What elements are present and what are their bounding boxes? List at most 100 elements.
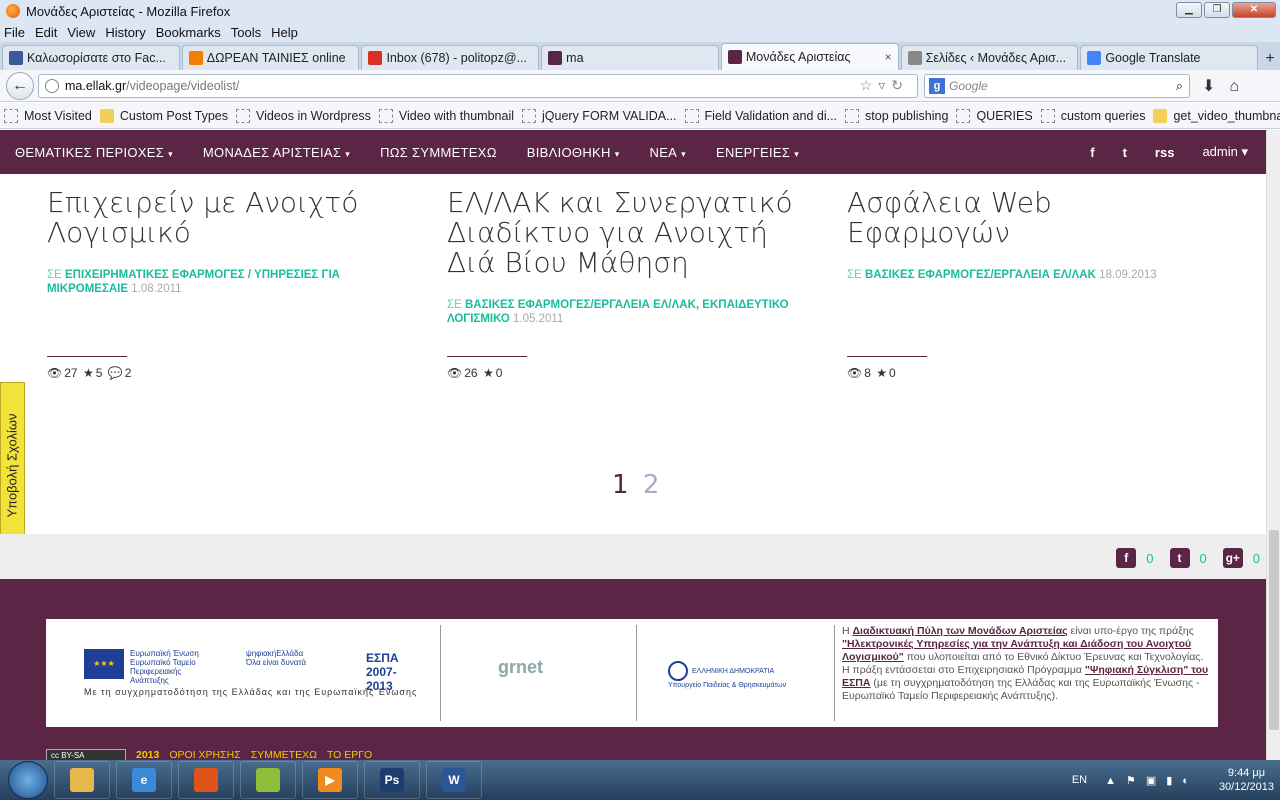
page-scrollbar[interactable] [1266,130,1280,760]
site-nav-item[interactable]: ΘΕΜΑΤΙΚΕΣ ΠΕΡΙΟΧΕΣ ▾ [15,145,173,160]
bookmark-label: Custom Post Types [119,108,229,123]
site-footer: ★★★ Ευρωπαϊκή Ένωση Ευρωπαϊκό Ταμείο Περ… [0,579,1280,761]
bookmark-item[interactable]: stop publishing [845,108,948,123]
eye-icon: 👁 [447,366,463,380]
maximize-button[interactable]: ❐ [1204,2,1230,18]
url-bar[interactable]: ma.ellak.gr /videopage/videolist/ ☆▿↻ [38,73,918,98]
star-icon: ★ [482,366,494,380]
tab-close-icon[interactable]: × [885,50,892,64]
stars-count: 5 [95,366,103,380]
divider [47,356,127,357]
grnet-logo[interactable]: grnet [498,657,543,678]
word-icon: W [442,768,466,792]
submit-comments-tab[interactable]: Υποβολή Σχολίων [0,382,25,548]
bookmark-item[interactable]: Most Visited [4,108,92,123]
portal-link[interactable]: Διαδικτυακή Πύλη των Μονάδων Αριστείας [853,625,1068,637]
bookmark-item[interactable]: custom queries [1040,108,1145,123]
facebook-share-icon[interactable]: f [1116,548,1137,568]
views-count: 8 [864,366,871,380]
bookmark-item[interactable]: Videos in Wordpress [236,108,371,123]
site-nav-label: ΜΟΝΑΔΕΣ ΑΡΙΣΤΕΙΑΣ [202,144,342,160]
menu-view[interactable]: View [67,25,95,40]
menu-tools[interactable]: Tools [231,25,261,40]
taskbar-app-notepad[interactable] [240,761,296,799]
taskbar-app-explorer[interactable] [54,761,110,799]
tab-bar: Καλωσορίσατε στο Fac... ΔΩΡΕΑΝ ΤΑΙΝΙΕΣ on… [0,42,1280,70]
seal-icon [668,661,688,681]
new-tab-button[interactable]: + [1260,48,1280,70]
browser-tab[interactable]: Μονάδες Αριστείας × [720,43,899,70]
googleplus-share-icon[interactable]: g+ [1222,548,1243,568]
taskbar-app-media[interactable]: ▶ [302,761,358,799]
taskbar-app-firefox[interactable] [178,761,234,799]
site-nav-item[interactable]: ΝΕΑ ▾ [650,145,686,160]
meta-prefix: ΣΕ [847,269,862,281]
bookmark-item[interactable]: QUERIES [956,108,1033,123]
menu-help[interactable]: Help [271,25,298,40]
menu-bookmarks[interactable]: Bookmarks [156,25,221,40]
video-title[interactable]: Επιχειρείν με Ανοιχτό Λογισμικό [47,188,407,248]
tray-icons[interactable]: ▲⚑▣▮◐ [1105,774,1199,787]
video-category[interactable]: ΒΑΣΙΚΕΣ ΕΦΑΡΜΟΓΕΣ/ΕΡΓΑΛΕΙΑ ΕΛ/ΛΑΚ [865,269,1096,281]
tab-favicon-icon [368,51,383,65]
rss-icon[interactable]: rss [1155,145,1175,160]
ministry-logo: ΕΛΛΗΝΙΚΗ ΔΗΜΟΚΡΑΤΙΑ Υπουργείο Παιδείας &… [668,661,808,690]
taskbar-app-photoshop[interactable]: Ps [364,761,420,799]
video-card: Επιχειρείν με Ανοιχτό Λογισμικό ΣΕ ΕΠΙΧΕ… [47,188,407,296]
site-nav-item[interactable]: ΒΙΒΛΙΟΘΗΚΗ ▾ [527,145,620,160]
language-indicator[interactable]: EN [1072,774,1087,786]
video-meta: ΣΕ ΒΑΣΙΚΕΣ ΕΦΑΡΜΟΓΕΣ/ΕΡΓΑΛΕΙΑ ΕΛ/ΛΑΚ 18.… [847,268,1207,282]
video-title[interactable]: Ασφάλεια Web Εφαρμογών [847,188,1207,248]
page-next[interactable]: 2 [643,470,660,500]
divider [636,625,637,721]
browser-tab[interactable]: ma [541,45,719,70]
taskbar-app-word[interactable]: W [426,761,482,799]
search-icon[interactable]: ⌕ [1176,78,1183,94]
browser-tab[interactable]: ΔΩΡΕΑΝ ΤΑΙΝΙΕΣ online [181,45,360,70]
browser-tab[interactable]: Google Translate [1080,45,1259,70]
video-category[interactable]: ΒΑΣΙΚΕΣ ΕΦΑΡΜΟΓΕΣ/ΕΡΓΑΛΕΙΑ ΕΛ/ΛΑΚ, ΕΚΠΑΙ… [447,299,789,325]
facebook-icon[interactable]: f [1090,145,1094,160]
site-nav-item[interactable]: ΜΟΝΑΔΕΣ ΑΡΙΣΤΕΙΑΣ ▾ [203,145,350,160]
url-domain: ma.ellak.gr [65,78,127,93]
firefox-icon [6,4,20,18]
bookmark-item[interactable]: jQuery FORM VALIDA... [522,108,677,123]
scrollbar-thumb[interactable] [1269,530,1279,730]
browser-tab[interactable]: Σελίδες ‹ Μονάδες Αρισ... [900,45,1079,70]
site-nav-item[interactable]: ΕΝΕΡΓΕΙΕΣ ▾ [716,145,799,160]
menu-file[interactable]: File [4,25,25,40]
minimize-button[interactable]: ▁ [1176,2,1202,18]
google-icon[interactable]: g [929,77,945,94]
menu-history[interactable]: History [105,25,145,40]
tab-label: Σελίδες ‹ Μονάδες Αρισ... [925,51,1067,65]
close-button[interactable]: ✕ [1232,2,1276,18]
video-title[interactable]: ΕΛ/ΛΑΚ και Συνεργατικό Διαδίκτυο για Ανο… [447,188,807,278]
digital-greece-logo: ψηφιακήΕλλάδα Όλα είναι δυνατά [246,649,307,667]
browser-tab[interactable]: Inbox (678) - politopz@... [361,45,540,70]
bookmark-item[interactable]: get_video_thumbnails [1153,108,1280,123]
menu-edit[interactable]: Edit [35,25,57,40]
divider [834,625,835,721]
browser-tab[interactable]: Καλωσορίσατε στο Fac... [2,45,180,70]
site-navigation: ΘΕΜΑΤΙΚΕΣ ΠΕΡΙΟΧΕΣ ▾ ΜΟΝΑΔΕΣ ΑΡΙΣΤΕΙΑΣ ▾ ΠΩΣ… [0,130,1280,174]
page-icon [1040,108,1055,123]
twitter-icon[interactable]: t [1123,145,1127,160]
site-nav-item[interactable]: ΠΩΣ ΣΥΜΜΕΤΕΧΩ [380,145,497,160]
download-home-icons[interactable]: ⬇⌂ [1202,76,1253,96]
tab-label: Καλωσορίσατε στο Fac... [27,51,166,65]
back-button[interactable]: ← [6,71,34,100]
caret-down-icon: ▾ [168,148,173,159]
taskbar-app-ie[interactable]: e [116,761,172,799]
bookmark-item[interactable]: Field Validation and di... [684,108,837,123]
start-button[interactable] [8,761,48,799]
clock[interactable]: 9:44 μμ 30/12/2013 [1219,766,1274,794]
search-input[interactable]: g Google ⌕ [924,73,1190,98]
menu-bar: File Edit View History Bookmarks Tools H… [0,22,1280,42]
bookmark-star-icon[interactable]: ☆▿↻ [860,77,909,94]
video-category[interactable]: ΕΠΙΧΕΙΡΗΜΑΤΙΚΕΣ ΕΦΑΡΜΟΓΕΣ / ΥΠΗΡΕΣΙΕΣ ΓΙ… [47,269,340,295]
bookmark-item[interactable]: Custom Post Types [99,108,229,123]
bookmark-item[interactable]: Video with thumbnail [378,108,514,123]
stars-count: 0 [889,366,896,380]
twitter-share-icon[interactable]: t [1169,548,1190,568]
admin-menu[interactable]: admin ▾ [1202,144,1248,160]
